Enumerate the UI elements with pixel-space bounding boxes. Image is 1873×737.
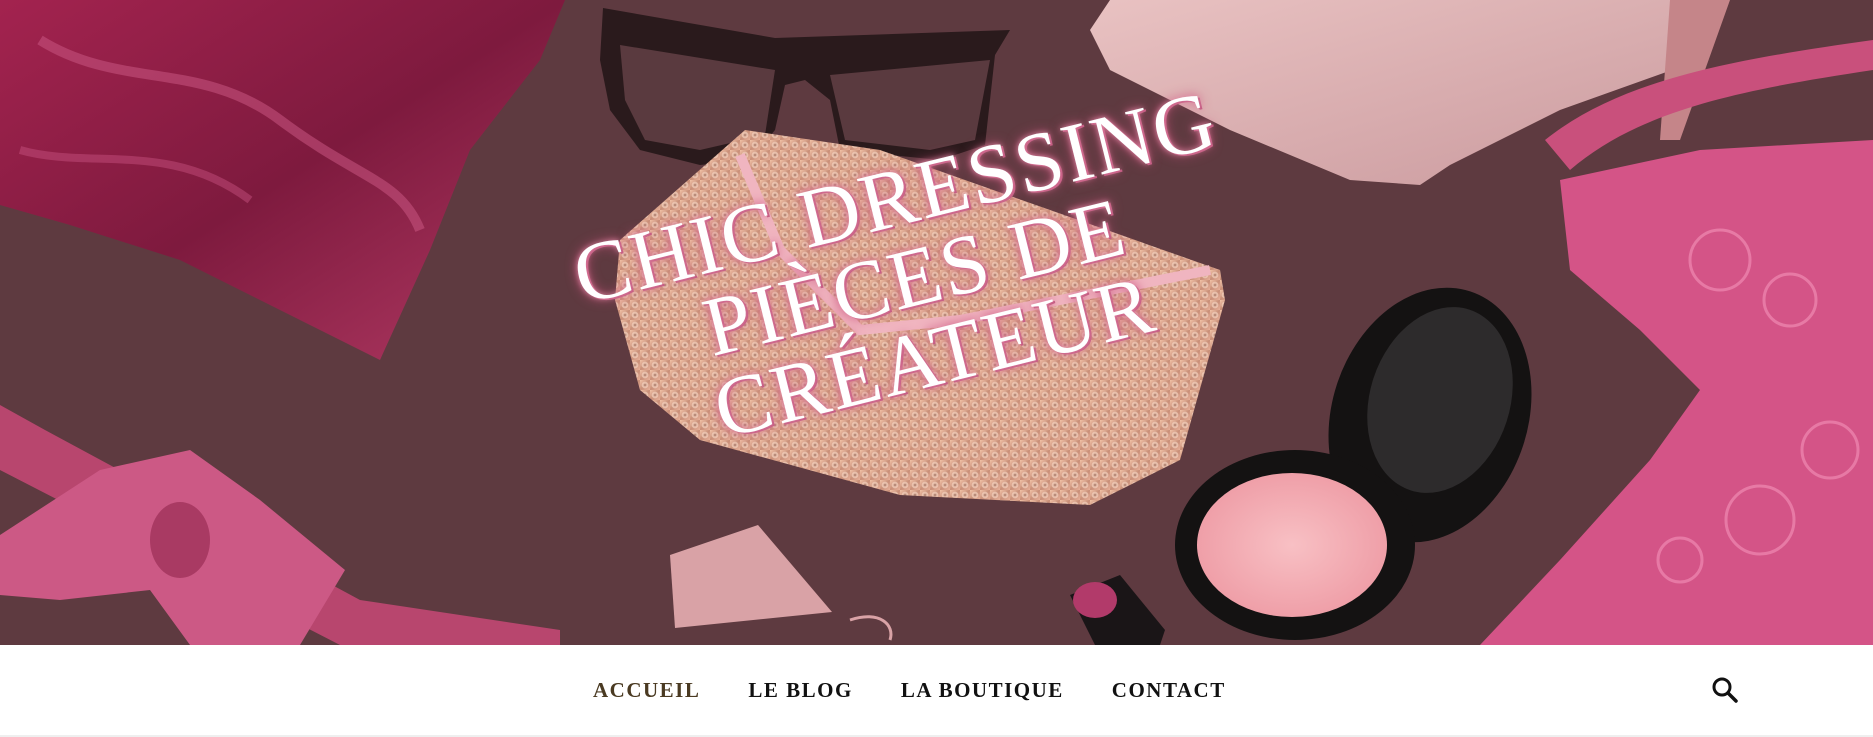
search-icon: [1712, 677, 1738, 703]
nav-item-contact[interactable]: CONTACT: [1112, 678, 1226, 703]
hero-banner: CHIC DRESSING PIÈCES DE CRÉATEUR: [0, 0, 1873, 645]
search-button[interactable]: [1710, 675, 1740, 705]
main-navigation: ACCUEIL LE BLOG LA BOUTIQUE CONTACT: [0, 645, 1873, 737]
nav-item-le-blog[interactable]: LE BLOG: [748, 678, 852, 703]
nav-item-la-boutique[interactable]: LA BOUTIQUE: [901, 678, 1064, 703]
nav-menu: ACCUEIL LE BLOG LA BOUTIQUE CONTACT: [593, 678, 1274, 703]
nav-item-accueil[interactable]: ACCUEIL: [593, 678, 700, 703]
